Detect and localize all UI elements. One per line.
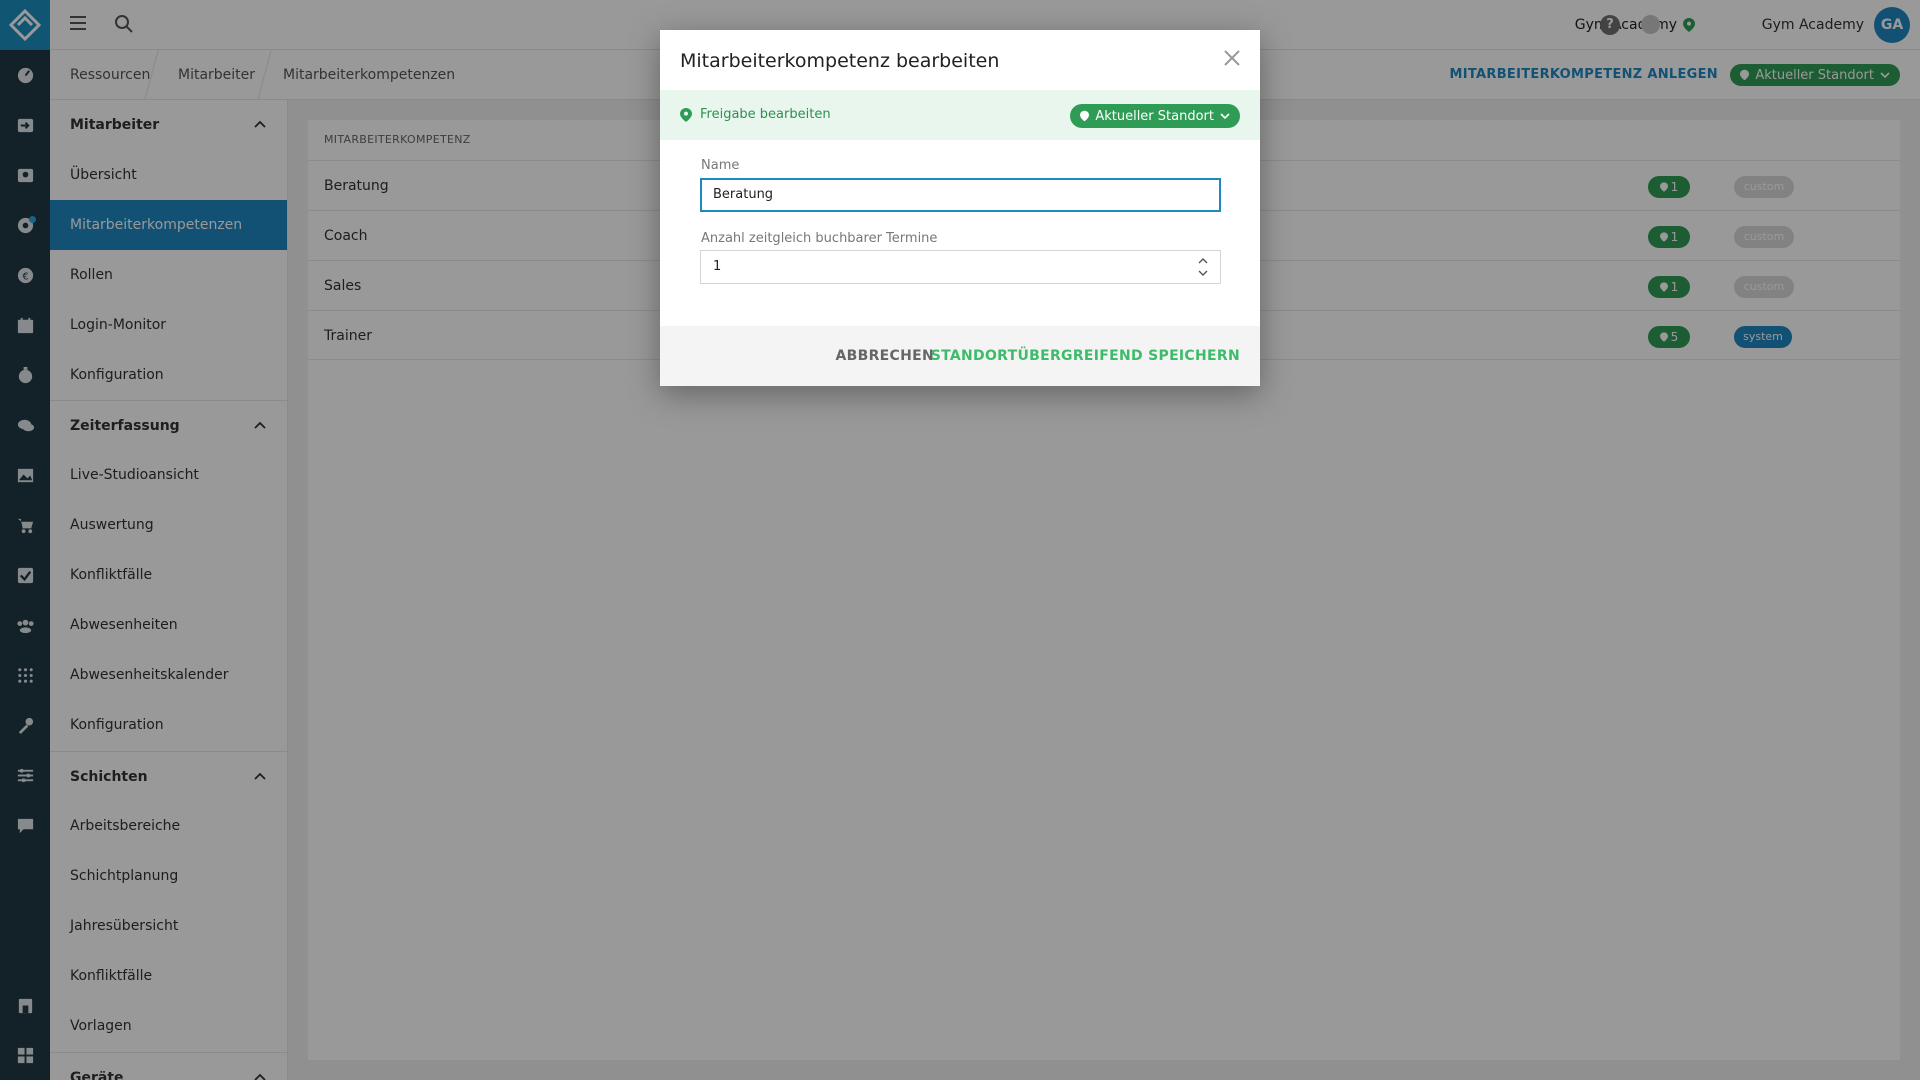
count-value: 1 [713, 259, 722, 274]
close-icon[interactable] [1222, 48, 1242, 68]
cancel-button[interactable]: ABBRECHEN [836, 326, 935, 386]
edit-competence-dialog: Mitarbeiterkompetenz bearbeiten Freigabe… [660, 30, 1260, 386]
dialog-title: Mitarbeiterkompetenz bearbeiten [680, 50, 1000, 72]
name-field[interactable]: Beratung [700, 178, 1221, 212]
count-stepper[interactable]: 1 [700, 250, 1221, 284]
count-label: Anzahl zeitgleich buchbarer Termine [701, 231, 938, 246]
location-pin-icon [680, 108, 692, 122]
release-bar: Freigabe bearbeiten Aktueller Standort [660, 90, 1260, 140]
dialog-footer: ABBRECHEN STANDORTÜBERGREIFEND SPEICHERN [660, 326, 1260, 386]
edit-release-link[interactable]: Freigabe bearbeiten [700, 90, 831, 140]
chevron-down-icon [1220, 113, 1230, 119]
stepper-arrows-icon[interactable] [1196, 255, 1210, 279]
save-all-locations-button[interactable]: STANDORTÜBERGREIFEND SPEICHERN [931, 326, 1240, 386]
location-pin-icon [1080, 110, 1090, 122]
name-label: Name [701, 158, 740, 173]
location-dropdown[interactable]: Aktueller Standort [1070, 104, 1240, 128]
location-label: Aktueller Standort [1095, 108, 1214, 124]
